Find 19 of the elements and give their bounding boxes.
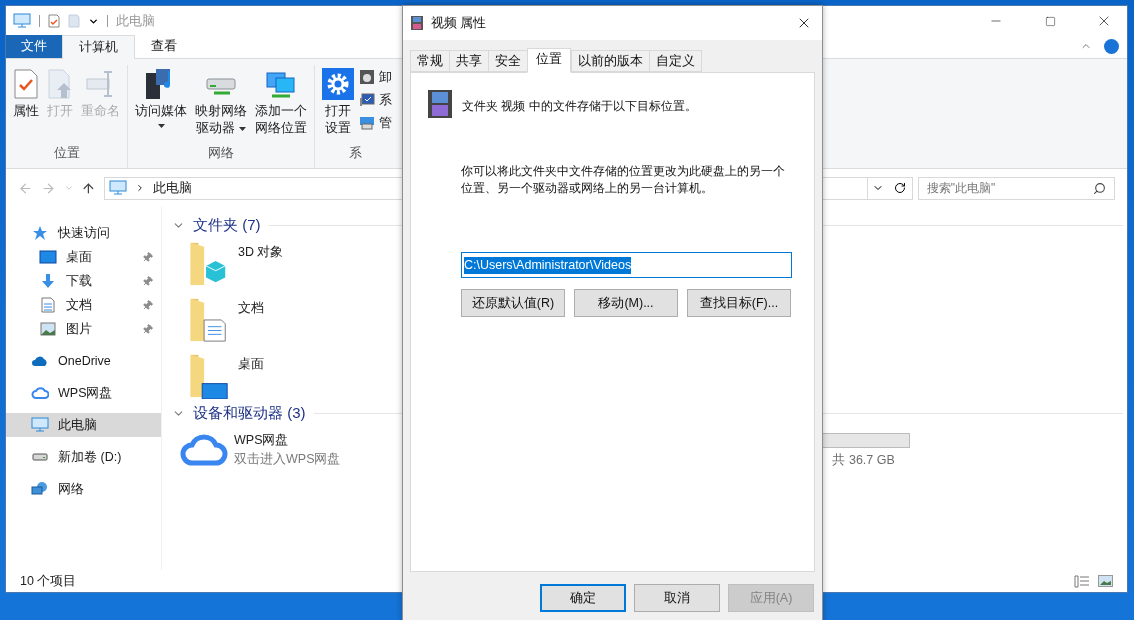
nav-label: 此电脑 bbox=[58, 416, 98, 434]
nav-label: 文档 bbox=[66, 296, 93, 314]
nav-label: 网络 bbox=[58, 480, 85, 498]
ribbon-group-label: 系 bbox=[348, 145, 363, 162]
window-title: 此电脑 bbox=[116, 12, 155, 30]
nav-label: WPS网盘 bbox=[58, 384, 114, 402]
nav-label: 下载 bbox=[66, 272, 93, 290]
location-description: 你可以将此文件夹中文件存储的位置更改为此硬盘上的另一个位置、另一个驱动器或网络上的另一台计算机。 bbox=[461, 163, 786, 197]
status-text: 10 个项目 bbox=[20, 572, 78, 590]
nav-label: 图片 bbox=[66, 320, 93, 338]
nav-label: 桌面 bbox=[66, 248, 93, 266]
ribbon-group-label: 位置 bbox=[52, 145, 81, 162]
nav-label: 快速访问 bbox=[58, 224, 111, 242]
dialog-title: 视频 属性 bbox=[431, 14, 488, 32]
drive-size-label: 共 36.7 GB bbox=[831, 452, 896, 469]
ribbon-group-label: 网络 bbox=[207, 145, 235, 162]
nav-label: 新加卷 (D:) bbox=[58, 448, 123, 466]
location-heading: 文件夹 视频 中的文件存储于以下目标位置。 bbox=[462, 98, 697, 115]
nav-label: OneDrive bbox=[58, 352, 112, 370]
